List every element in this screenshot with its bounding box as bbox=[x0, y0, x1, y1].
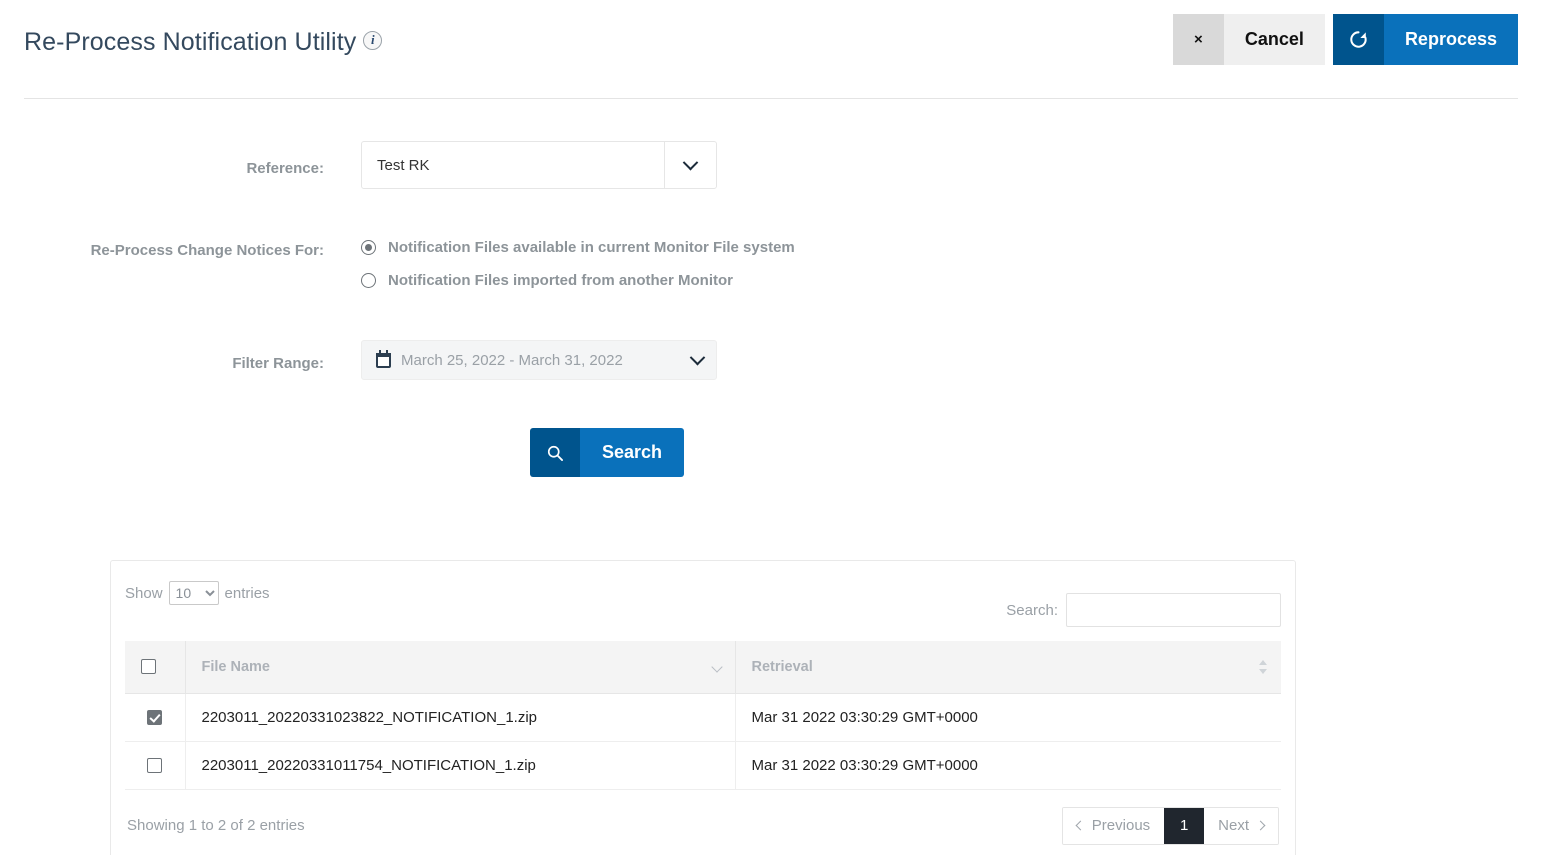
table-header-row: File Name Retrieval bbox=[125, 641, 1281, 694]
column-header-file-name[interactable]: File Name bbox=[185, 641, 736, 694]
reprocess-notification-utility-page: Re-Process Notification Utility × Cancel… bbox=[0, 0, 1542, 855]
radio-option-current-monitor-label: Notification Files available in current … bbox=[388, 239, 795, 256]
header-actions: × Cancel Reprocess bbox=[1172, 14, 1518, 65]
reprocess-button-label: Reprocess bbox=[1383, 14, 1518, 65]
chevron-down-icon[interactable] bbox=[689, 349, 706, 365]
table-search-input[interactable] bbox=[1066, 593, 1281, 627]
search-button[interactable]: Search bbox=[530, 428, 685, 477]
page-title: Re-Process Notification Utility bbox=[24, 28, 383, 57]
table-controls: Show 10 25 50 100 entries Search: bbox=[125, 575, 1281, 641]
magnifier-icon bbox=[530, 428, 580, 477]
select-all-header bbox=[125, 641, 186, 694]
refresh-icon bbox=[1332, 14, 1384, 65]
column-header-retrieval-label: Retrieval bbox=[751, 658, 813, 675]
column-header-retrieval[interactable]: Retrieval bbox=[735, 641, 1281, 694]
notification-files-table: File Name Retrieval 2203011_202203310238… bbox=[125, 641, 1281, 790]
pagination-previous-label: Previous bbox=[1091, 817, 1151, 834]
row-select-cell bbox=[125, 741, 186, 790]
table-body: 2203011_20220331023822_NOTIFICATION_1.zi… bbox=[125, 693, 1281, 790]
show-prefix-label: Show bbox=[125, 584, 163, 602]
chevron-left-icon bbox=[1075, 820, 1086, 831]
row-file-name: 2203011_20220331011754_NOTIFICATION_1.zi… bbox=[185, 741, 736, 790]
reference-label: Reference: bbox=[246, 160, 324, 177]
search-button-label: Search bbox=[580, 428, 685, 477]
filter-range-picker[interactable]: March 25, 2022 - March 31, 2022 bbox=[361, 340, 717, 380]
utility-form: Reference: Test RK Re-Process Change Not… bbox=[0, 99, 1542, 477]
filter-range-value: March 25, 2022 - March 31, 2022 bbox=[401, 351, 623, 369]
column-header-file-name-label: File Name bbox=[201, 658, 271, 675]
table-row[interactable]: 2203011_20220331023822_NOTIFICATION_1.zi… bbox=[125, 693, 1281, 742]
chevron-right-icon bbox=[1255, 820, 1266, 831]
table-row[interactable]: 2203011_20220331011754_NOTIFICATION_1.zi… bbox=[125, 741, 1281, 790]
cancel-button[interactable]: × Cancel bbox=[1172, 14, 1325, 65]
page-length-control: Show 10 25 50 100 entries bbox=[125, 575, 270, 605]
pagination: Previous 1 Next bbox=[1061, 806, 1279, 845]
radio-option-current-monitor[interactable]: Notification Files available in current … bbox=[361, 239, 795, 256]
radio-icon-unselected[interactable] bbox=[361, 273, 376, 288]
cancel-button-label: Cancel bbox=[1223, 14, 1325, 65]
sort-both-icon bbox=[1258, 659, 1268, 675]
sort-descending-icon bbox=[710, 661, 723, 673]
reprocess-for-label: Re-Process Change Notices For: bbox=[90, 242, 324, 259]
row-retrieval: Mar 31 2022 03:30:29 GMT+0000 bbox=[735, 693, 1281, 742]
reference-row: Reference: Test RK bbox=[0, 141, 1542, 189]
filter-range-label: Filter Range: bbox=[232, 355, 324, 372]
reference-value: Test RK bbox=[377, 156, 430, 174]
page-length-select[interactable]: 10 25 50 100 bbox=[168, 581, 219, 605]
show-suffix-label: entries bbox=[224, 584, 270, 602]
pagination-next-label: Next bbox=[1218, 817, 1249, 834]
page-header: Re-Process Notification Utility × Cancel… bbox=[24, 0, 1518, 99]
row-checkbox[interactable] bbox=[147, 710, 163, 726]
pagination-next[interactable]: Next bbox=[1204, 807, 1278, 844]
chevron-down-icon[interactable] bbox=[664, 142, 716, 188]
table-search-control: Search: bbox=[1006, 593, 1281, 627]
radio-option-another-monitor[interactable]: Notification Files imported from another… bbox=[361, 272, 795, 289]
info-icon[interactable] bbox=[363, 30, 383, 50]
reprocess-for-radio-group: Notification Files available in current … bbox=[361, 239, 795, 305]
pagination-page-1[interactable]: 1 bbox=[1164, 807, 1205, 844]
table-head: File Name Retrieval bbox=[125, 641, 1281, 694]
close-icon: × bbox=[1172, 14, 1224, 65]
search-row: Search bbox=[0, 428, 1542, 477]
row-retrieval: Mar 31 2022 03:30:29 GMT+0000 bbox=[735, 741, 1281, 790]
table-footer: Showing 1 to 2 of 2 entries Previous 1 N… bbox=[125, 790, 1281, 855]
filter-range-row: Filter Range: March 25, 2022 - March 31,… bbox=[0, 340, 1542, 380]
row-checkbox[interactable] bbox=[147, 758, 163, 774]
results-table-card: Show 10 25 50 100 entries Search: bbox=[110, 560, 1296, 855]
table-info: Showing 1 to 2 of 2 entries bbox=[127, 817, 305, 834]
select-all-checkbox[interactable] bbox=[141, 659, 156, 675]
row-file-name: 2203011_20220331023822_NOTIFICATION_1.zi… bbox=[185, 693, 736, 742]
row-select-cell bbox=[125, 693, 186, 742]
table-search-label: Search: bbox=[1006, 601, 1058, 619]
page-title-text: Re-Process Notification Utility bbox=[24, 28, 357, 56]
reprocess-for-row: Re-Process Change Notices For: Notificat… bbox=[0, 239, 1542, 305]
radio-option-another-monitor-label: Notification Files imported from another… bbox=[388, 272, 733, 289]
radio-icon-selected[interactable] bbox=[361, 240, 376, 255]
calendar-icon bbox=[376, 349, 391, 368]
pagination-previous[interactable]: Previous bbox=[1062, 807, 1165, 844]
reprocess-button[interactable]: Reprocess bbox=[1332, 14, 1518, 65]
reference-select[interactable]: Test RK bbox=[361, 141, 717, 189]
